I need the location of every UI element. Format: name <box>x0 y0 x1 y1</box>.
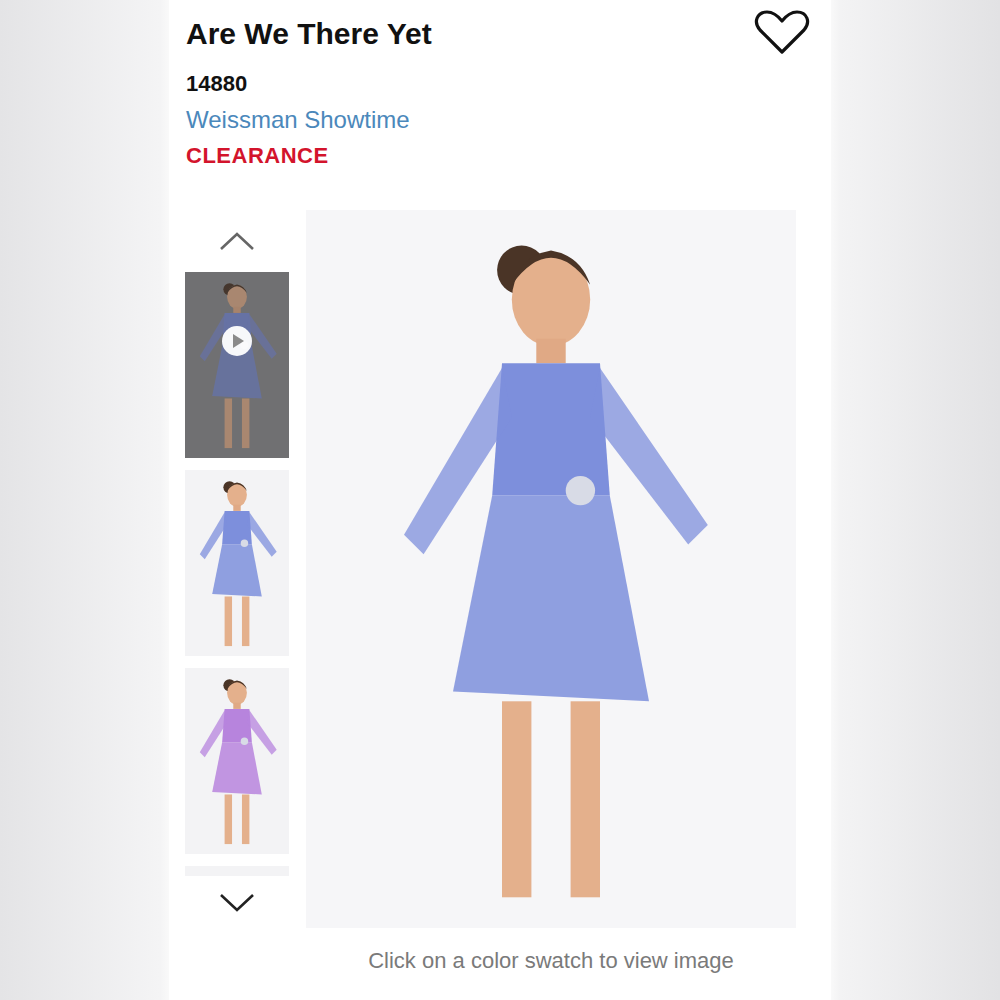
product-panel: Are We There Yet 14880 Weissman Showtime CL… <box>169 0 831 1000</box>
brand-link[interactable]: Weissman Showtime <box>186 104 410 136</box>
chevron-down-icon <box>218 891 256 913</box>
thumbnail-column <box>185 210 289 976</box>
thumbnail[interactable] <box>185 668 289 854</box>
dress-photo <box>185 272 289 458</box>
chevron-up-icon <box>218 230 256 252</box>
product-header: Are We There Yet 14880 Weissman Showtime CL… <box>169 0 831 171</box>
thumbnail[interactable] <box>185 272 289 458</box>
main-photo <box>306 210 796 928</box>
product-sku: 14880 <box>186 69 811 99</box>
dress-photo <box>185 866 289 876</box>
title-row: Are We There Yet <box>186 12 811 56</box>
thumbnail[interactable] <box>185 866 289 876</box>
thumbnail[interactable] <box>185 470 289 656</box>
heart-icon[interactable] <box>753 8 811 56</box>
play-icon[interactable] <box>221 325 253 357</box>
image-caption: Click on a color swatch to view image <box>306 946 796 976</box>
main-image-area: Click on a color swatch to view image <box>306 210 796 976</box>
dress-photo <box>185 668 289 854</box>
scroll-down-button[interactable] <box>185 876 289 928</box>
product-title: Are We There Yet <box>186 14 432 54</box>
scroll-up-button[interactable] <box>185 210 289 272</box>
clearance-badge: CLEARANCE <box>186 141 811 171</box>
dress-photo <box>185 470 289 656</box>
image-gallery: Click on a color swatch to view image <box>169 210 831 976</box>
brand-row: Weissman Showtime <box>186 99 811 136</box>
thumbnail-list <box>185 272 289 876</box>
dress-photo <box>306 210 796 928</box>
